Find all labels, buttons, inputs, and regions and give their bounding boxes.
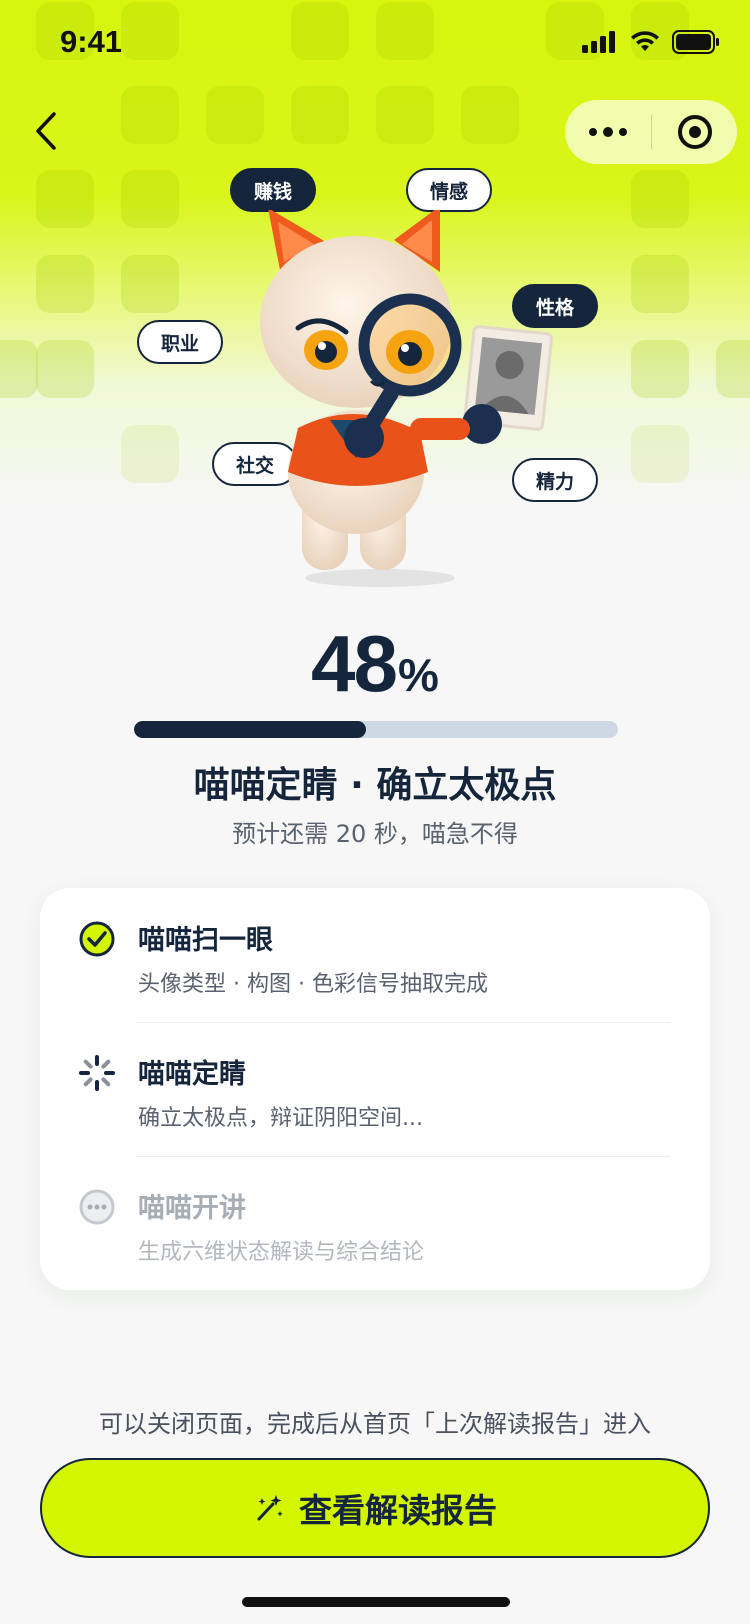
home-indicator	[242, 1597, 510, 1607]
progress-unit: %	[398, 649, 439, 701]
chevron-left-icon	[36, 112, 56, 150]
close-miniprogram-button[interactable]	[652, 100, 737, 164]
magic-wand-icon	[257, 1495, 283, 1521]
wifi-icon	[631, 31, 659, 51]
more-button[interactable]	[565, 100, 651, 164]
check-circle-icon	[79, 921, 115, 957]
progress-fill	[134, 721, 367, 738]
tag-career: 职业	[137, 320, 224, 364]
progress-value: 48	[311, 619, 398, 708]
steps-card: 喵喵扫一眼 头像类型 · 构图 · 色彩信号抽取完成 喵喵定睛 确立太极点，辩证…	[40, 888, 710, 1290]
eta-text: 预计还需 20 秒，喵急不得	[232, 820, 518, 848]
back-button[interactable]	[28, 108, 68, 154]
battery-icon	[672, 30, 719, 54]
progress-percent: 48%	[0, 618, 750, 710]
step-desc: 确立太极点，辩证阴阳空间...	[138, 1106, 423, 1131]
tag-emotion: 情感	[406, 168, 493, 212]
progress-bar	[134, 721, 618, 738]
signal-icon	[582, 31, 615, 53]
tag-earn: 赚钱	[230, 168, 317, 212]
stage-title: 喵喵定睛 · 确立太极点	[193, 765, 557, 806]
miniprogram-capsule	[565, 100, 737, 164]
cat-detective-illustration	[260, 210, 554, 587]
step-desc: 头像类型 · 构图 · 色彩信号抽取完成	[138, 972, 488, 997]
step-title: 喵喵定睛	[138, 1059, 246, 1090]
step-item-report: 喵喵开讲 生成六维状态解读与综合结论	[40, 1156, 710, 1290]
more-icon	[589, 128, 597, 136]
step-item-focus: 喵喵定睛 确立太极点，辩证阴阳空间...	[40, 1022, 710, 1156]
view-report-label: 查看解读报告	[299, 1491, 497, 1530]
step-item-scan: 喵喵扫一眼 头像类型 · 构图 · 色彩信号抽取完成	[40, 888, 710, 1022]
step-title: 喵喵开讲	[138, 1193, 246, 1224]
step-title: 喵喵扫一眼	[138, 925, 273, 956]
close-page-hint: 可以关闭页面，完成后从首页「上次解读报告」进入	[99, 1410, 651, 1438]
view-report-button[interactable]: 查看解读报告	[40, 1458, 710, 1558]
spinner-icon	[79, 1055, 115, 1091]
status-time: 9:41	[60, 24, 123, 59]
step-desc: 生成六维状态解读与综合结论	[138, 1240, 425, 1265]
target-icon	[677, 115, 712, 149]
status-icons	[582, 30, 720, 54]
ellipsis-circle-icon	[79, 1189, 115, 1225]
